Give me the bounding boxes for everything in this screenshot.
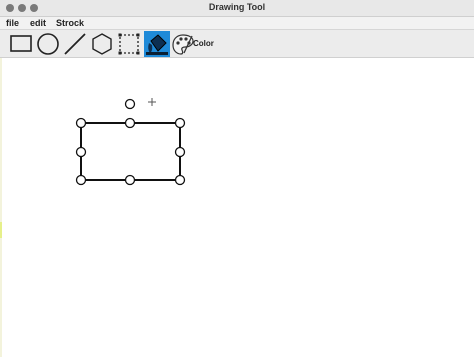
fill-tool[interactable] bbox=[144, 31, 170, 57]
palette-icon bbox=[172, 34, 194, 55]
menu-edit[interactable]: edit bbox=[30, 17, 46, 29]
toolbar: Color bbox=[0, 30, 474, 58]
drawing-canvas[interactable] bbox=[0, 58, 474, 357]
window-title: Drawing Tool bbox=[208, 2, 266, 12]
crosshair-cursor-icon bbox=[148, 98, 156, 106]
rotation-handle[interactable] bbox=[124, 98, 136, 110]
line-icon bbox=[64, 33, 86, 55]
handle-left[interactable] bbox=[75, 146, 87, 158]
selected-rectangle-shape[interactable] bbox=[80, 122, 181, 181]
menu-bar: file edit Strock bbox=[0, 17, 474, 30]
line-tool[interactable] bbox=[62, 31, 88, 57]
handle-right[interactable] bbox=[174, 146, 186, 158]
menu-strock[interactable]: Strock bbox=[56, 17, 84, 29]
select-tool[interactable] bbox=[116, 31, 142, 57]
hexagon-icon bbox=[92, 33, 112, 55]
ellipse-tool[interactable] bbox=[35, 31, 61, 57]
dashed-selection-icon bbox=[118, 33, 140, 55]
handle-top-right[interactable] bbox=[174, 117, 186, 129]
handle-top-left[interactable] bbox=[75, 117, 87, 129]
title-bar: Drawing Tool bbox=[0, 0, 474, 17]
handle-bottom[interactable] bbox=[124, 174, 136, 186]
app-window: Drawing Tool file edit Strock Color bbox=[0, 0, 474, 357]
color-button[interactable]: Color bbox=[193, 31, 217, 57]
rectangle-tool[interactable] bbox=[8, 31, 34, 57]
handle-bottom-left[interactable] bbox=[75, 174, 87, 186]
handle-bottom-right[interactable] bbox=[174, 174, 186, 186]
left-edge-highlight bbox=[0, 222, 2, 238]
polygon-tool[interactable] bbox=[89, 31, 115, 57]
handle-top[interactable] bbox=[124, 117, 136, 129]
rectangle-icon bbox=[10, 35, 32, 52]
left-edge-strip bbox=[0, 58, 2, 357]
circle-icon bbox=[37, 33, 59, 55]
resize-handles[interactable] bbox=[75, 117, 186, 186]
menu-file[interactable]: file bbox=[6, 17, 19, 29]
paint-bucket-icon bbox=[146, 34, 168, 55]
canvas-drawing bbox=[75, 98, 186, 186]
